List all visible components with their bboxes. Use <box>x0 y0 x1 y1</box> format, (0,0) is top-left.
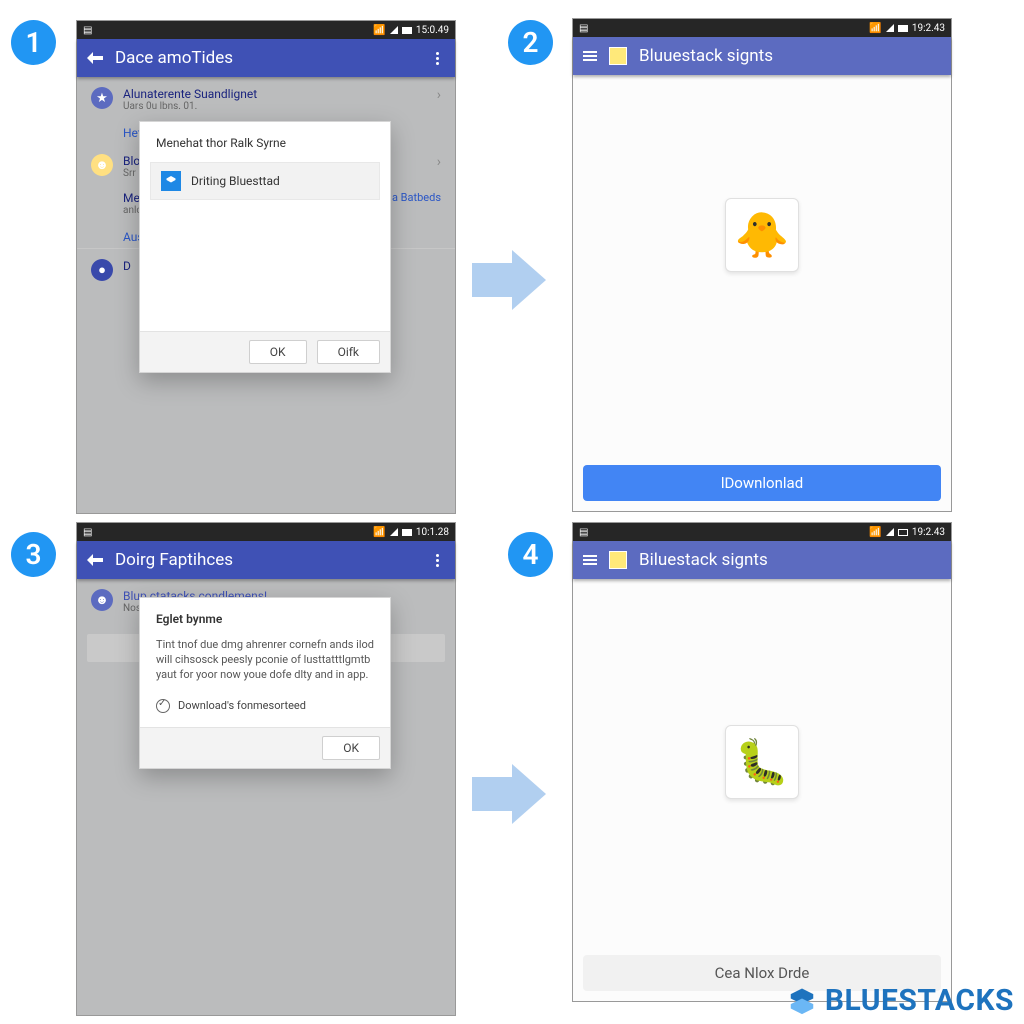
note-icon: ▤ <box>83 25 92 36</box>
menu-button[interactable] <box>583 555 597 565</box>
status-time: 19:2.43 <box>912 23 945 34</box>
arrow-right-top <box>472 250 546 310</box>
step-badge-2: 2 <box>508 20 553 65</box>
app-tile[interactable]: 🐥 <box>725 198 799 272</box>
wifi-icon: 📶 <box>869 23 881 34</box>
status-bar: ▤ 📶 10:1.28 <box>77 523 455 541</box>
signal-icon <box>886 528 894 536</box>
dialog-overlay: Menehat thor Ralk Syrne Driting Bluestta… <box>77 77 455 513</box>
app-tile[interactable]: 🐛 <box>725 725 799 799</box>
signal-icon <box>886 24 894 32</box>
note-icon: ▤ <box>83 527 92 538</box>
dialog-body: Tint tnof due dmg ahrenrer cornefn ands … <box>140 638 390 693</box>
screen-step-1: ▤ 📶 15:0.49 Dace amoTides ★ Alunaterente… <box>76 20 456 514</box>
step-badge-4: 4 <box>508 532 553 577</box>
battery-icon <box>898 25 908 32</box>
download-label: lDownlonlad <box>721 474 803 492</box>
menu-button[interactable] <box>583 51 597 61</box>
chick-icon: 🐥 <box>735 209 790 261</box>
screen-step-2: ▤ 📶 19:2.43 Bluuestack signts 🐥 lDownlon… <box>572 18 952 512</box>
dialog-option[interactable]: Driting Bluesttad <box>150 162 380 200</box>
chooser-dialog: Menehat thor Ralk Syrne Driting Bluestta… <box>139 121 391 373</box>
app-icon <box>609 551 627 569</box>
arrow-right-bottom <box>472 764 546 824</box>
status-bar: ▤ 📶 15:0.49 <box>77 21 455 39</box>
app-bar: Dace amoTides <box>77 39 455 77</box>
app-icon <box>609 47 627 65</box>
content-area: 🐛 Cea Nlox Drde <box>573 579 951 1001</box>
dialog-checkbox-row[interactable]: Download's fonmesorteed <box>140 693 390 727</box>
wifi-icon: 📶 <box>373 25 385 36</box>
status-time: 19:2.43 <box>912 527 945 538</box>
screen-step-3: ▤ 📶 10:1.28 Doirg Faptihces ☻ Blup ctata… <box>76 522 456 1016</box>
wifi-icon: 📶 <box>869 527 881 538</box>
step-badge-1: 1 <box>11 20 56 65</box>
battery-icon <box>898 529 908 536</box>
wifi-icon: 📶 <box>373 527 385 538</box>
dialog-option-label: Driting Bluesttad <box>191 174 280 188</box>
battery-icon <box>402 529 412 536</box>
signal-icon <box>390 26 398 34</box>
app-bar: Doirg Faptihces <box>77 541 455 579</box>
dialog-alt-button[interactable]: Oifk <box>317 340 380 364</box>
bug-icon: 🐛 <box>735 736 790 788</box>
page-title: Dace amoTides <box>115 48 233 68</box>
status-time: 15:0.49 <box>416 25 449 36</box>
bluestacks-app-icon <box>161 171 181 191</box>
bluestacks-brand: BLUESTACKS <box>787 983 1014 1018</box>
overflow-menu[interactable] <box>430 46 445 71</box>
signal-icon <box>390 528 398 536</box>
note-icon: ▤ <box>579 23 588 34</box>
dialog-title: Menehat thor Ralk Syrne <box>140 122 390 162</box>
battery-icon <box>402 27 412 34</box>
ok-button[interactable]: OK <box>322 736 380 760</box>
screen-step-4: ▤ 📶 19:2.43 Biluestack signts 🐛 Cea Nlox… <box>572 522 952 1002</box>
step-badge-3: 3 <box>11 532 56 577</box>
overflow-menu[interactable] <box>430 548 445 573</box>
note-icon: ▤ <box>579 527 588 538</box>
content-area: ☻ Blup ctatacks condlemens! Nosil Eglet … <box>77 579 455 1015</box>
back-button[interactable] <box>87 553 103 567</box>
page-title: Doirg Faptihces <box>115 550 233 570</box>
dialog-button-bar: OK Oifk <box>140 331 390 372</box>
check-icon <box>156 699 170 713</box>
brand-label: BLUESTACKS <box>825 983 1014 1018</box>
dialog-checkbox-label: Download's fonmesorteed <box>178 699 306 712</box>
status-bar: ▤ 📶 19:2.43 <box>573 523 951 541</box>
back-button[interactable] <box>87 51 103 65</box>
page-title: Biluestack signts <box>639 550 768 570</box>
ok-button[interactable]: OK <box>249 340 307 364</box>
secondary-action-label: Cea Nlox Drde <box>715 964 810 982</box>
info-dialog: Eglet bynme Tint tnof due dmg ahrenrer c… <box>139 597 391 769</box>
dialog-button-bar: OK <box>140 727 390 768</box>
content-area: ★ Alunaterente Suandlignet Uars 0u lbns.… <box>77 77 455 513</box>
status-time: 10:1.28 <box>416 527 449 538</box>
download-button[interactable]: lDownlonlad <box>583 465 941 501</box>
dialog-title: Eglet bynme <box>140 598 390 638</box>
content-area: 🐥 lDownlonlad <box>573 75 951 511</box>
dialog-overlay: Eglet bynme Tint tnof due dmg ahrenrer c… <box>77 579 455 1015</box>
bluestacks-logo-icon <box>787 986 817 1016</box>
